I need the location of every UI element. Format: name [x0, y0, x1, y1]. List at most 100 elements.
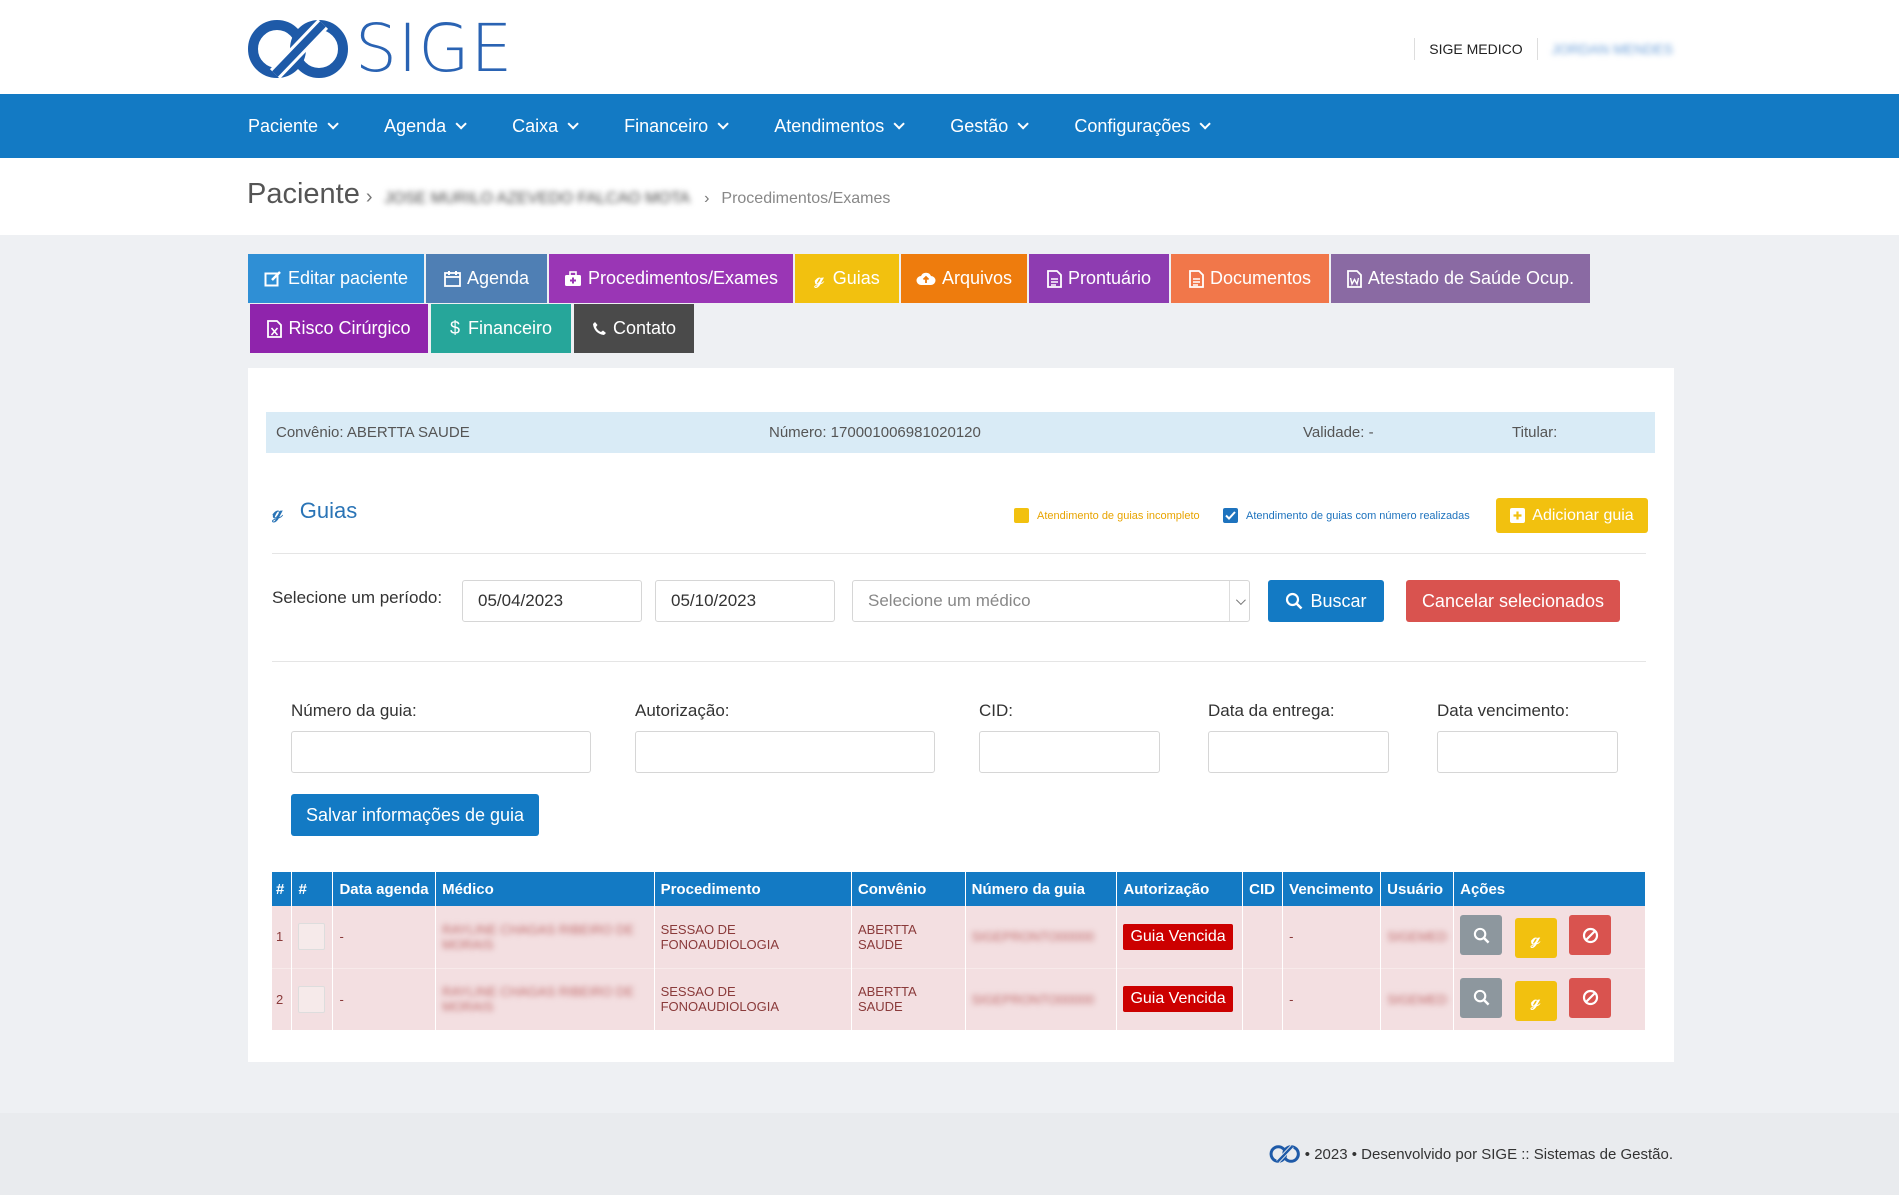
tab-label: Prontuário — [1067, 268, 1152, 288]
tab-prontuario[interactable]: Prontuário — [1029, 254, 1169, 303]
breadcrumb-bar: Paciente › JOSE MURILO AZEVEDO FALCAO MO… — [0, 158, 1899, 235]
nav-label: Financeiro — [624, 115, 709, 136]
tab-financeiro[interactable]: $ Financeiro — [431, 304, 571, 353]
row-number: 2 — [272, 967, 293, 1030]
row-checkbox-cell — [291, 967, 334, 1030]
add-guia-button[interactable]: Adicionar guia — [1496, 498, 1648, 533]
legend-incomplete-text: Atendimento de guias incompleto — [1037, 509, 1200, 522]
doctor-select-placeholder: Selecione um médico — [868, 591, 1031, 610]
legend-done: Atendimento de guias com número realizad… — [1223, 508, 1470, 523]
tab-editar-paciente[interactable]: Editar paciente — [248, 254, 424, 303]
medkit-icon — [564, 270, 581, 286]
data-vencimento-input[interactable] — [1437, 731, 1618, 773]
insurance-validade: Validade: - — [1303, 424, 1374, 441]
tab-label: Arquivos — [941, 268, 1013, 288]
row-checkbox[interactable] — [298, 985, 326, 1013]
nav-configuracoes[interactable]: Configurações — [1074, 115, 1212, 137]
nav-label: Configurações — [1074, 115, 1191, 136]
col-header[interactable]: Convênio — [851, 872, 966, 906]
section-title-text: Guias — [299, 498, 358, 523]
breadcrumb-separator: › — [365, 186, 373, 208]
date-from-input[interactable]: 05/04/2023 — [462, 580, 642, 622]
nav-gestao[interactable]: Gestão — [950, 116, 1030, 137]
tab-agenda[interactable]: Agenda — [426, 254, 547, 303]
nav-paciente[interactable]: Paciente — [248, 116, 339, 137]
cancel-button[interactable] — [1569, 915, 1612, 956]
col-header[interactable]: Vencimento — [1282, 872, 1382, 906]
view-button[interactable] — [1460, 915, 1503, 956]
convenio-cell: ABERTTA SAUDE — [851, 967, 966, 1030]
col-header[interactable]: Data agenda — [332, 872, 437, 906]
tab-label: Documentos — [1209, 268, 1312, 288]
autorizacao-input[interactable] — [635, 731, 935, 773]
breadcrumb-separator: › — [704, 190, 710, 207]
col-header[interactable]: Ações — [1453, 872, 1646, 906]
sige-logo[interactable]: SIGE — [247, 14, 513, 84]
col-header[interactable]: Usuário — [1380, 872, 1455, 906]
select-caret — [1229, 581, 1246, 621]
col-header[interactable]: Médico — [435, 872, 655, 906]
nav-atendimentos[interactable]: Atendimentos — [774, 116, 906, 137]
data-entrega-input[interactable] — [1208, 731, 1389, 773]
breadcrumb-patient-name[interactable]: JOSE MURILO AZEVEDO FALCAO MOTA — [385, 190, 691, 208]
guia-button[interactable]: 𝓰 — [1514, 980, 1557, 1021]
usuario-value: SIGEMED — [1387, 929, 1448, 945]
chevron-down-icon — [455, 118, 467, 130]
table-header-row: # # Data agenda Médico Procedimento Conv… — [272, 872, 1646, 906]
col-header[interactable]: # — [291, 872, 334, 906]
insurance-titular: Titular: — [1512, 424, 1558, 441]
cancel-button[interactable] — [1569, 977, 1612, 1018]
col-header[interactable]: CID — [1242, 872, 1284, 906]
cid-input[interactable] — [979, 731, 1160, 773]
numero-guia-input[interactable] — [291, 731, 591, 773]
tab-atestado[interactable]: Atestado de Saúde Ocup. — [1331, 254, 1590, 303]
cid-cell — [1242, 906, 1284, 968]
search-button[interactable]: Buscar — [1268, 580, 1384, 622]
tab-risco-cirurgico[interactable]: Risco Cirúrgico — [250, 304, 428, 353]
tab-procedimentos[interactable]: Procedimentos/Exames — [549, 254, 793, 303]
tab-arquivos[interactable]: Arquivos — [901, 254, 1027, 303]
user-name[interactable]: JORDAN MENDES — [1552, 41, 1673, 57]
numero-guia-cell: SIGEPRONTO00000 — [965, 906, 1118, 968]
nav-caixa[interactable]: Caixa — [512, 116, 579, 137]
doctor-select[interactable]: Selecione um médico — [852, 580, 1250, 622]
sige-logo-icon — [1269, 1144, 1300, 1164]
save-guia-label: Salvar informações de guia — [305, 804, 525, 825]
tab-documentos[interactable]: Documentos — [1171, 254, 1329, 303]
search-icon — [1286, 592, 1303, 610]
top-header: SIGE SIGE MEDICO JORDAN MENDES — [0, 0, 1899, 94]
chevron-down-icon — [893, 118, 906, 130]
chevron-down-icon — [1017, 118, 1030, 130]
insurance-numero: Número: 170001006981020120 — [769, 424, 981, 441]
col-header[interactable]: Número da guia — [965, 872, 1118, 906]
nav-financeiro[interactable]: Financeiro — [624, 115, 729, 137]
actions-cell: 𝓰 — [1453, 967, 1646, 1030]
cancel-selected-button[interactable]: Cancelar selecionados — [1406, 580, 1620, 622]
nav-agenda[interactable]: Agenda — [384, 116, 467, 137]
data-vencimento-label: Data vencimento: — [1437, 701, 1570, 720]
data-agenda-cell: - — [332, 967, 437, 1030]
col-header[interactable]: Autorização — [1116, 872, 1244, 906]
col-header[interactable]: # — [272, 872, 293, 906]
tab-label: Guias — [832, 268, 880, 288]
user-area: SIGE MEDICO JORDAN MENDES — [1400, 38, 1673, 60]
role-label[interactable]: SIGE MEDICO — [1429, 41, 1522, 57]
col-header[interactable]: Procedimento — [654, 872, 852, 906]
guide-icon: 𝓰 — [272, 499, 284, 523]
tab-guias[interactable]: 𝓰 Guias — [795, 254, 899, 303]
row-checkbox[interactable] — [298, 923, 326, 951]
chevron-down-icon — [1235, 594, 1246, 605]
view-button[interactable] — [1460, 977, 1503, 1018]
date-to-input[interactable]: 05/10/2023 — [655, 580, 835, 622]
document-icon — [1189, 269, 1204, 288]
add-guia-label: Adicionar guia — [1532, 506, 1634, 524]
autorizacao-cell: Guia Vencida — [1116, 967, 1244, 1030]
guia-button[interactable]: 𝓰 — [1514, 918, 1557, 959]
search-label: Buscar — [1310, 590, 1367, 611]
numero-guia-cell: SIGEPRONTO00000 — [965, 967, 1118, 1030]
tab-label: Financeiro — [467, 318, 553, 338]
save-guia-button[interactable]: Salvar informações de guia — [291, 794, 539, 836]
plus-square-icon — [1510, 508, 1526, 523]
tab-contato[interactable]: Contato — [574, 304, 694, 353]
medico-name: RAYLINE CHAGAS RIBEIRO DE MORAIS — [442, 921, 634, 952]
